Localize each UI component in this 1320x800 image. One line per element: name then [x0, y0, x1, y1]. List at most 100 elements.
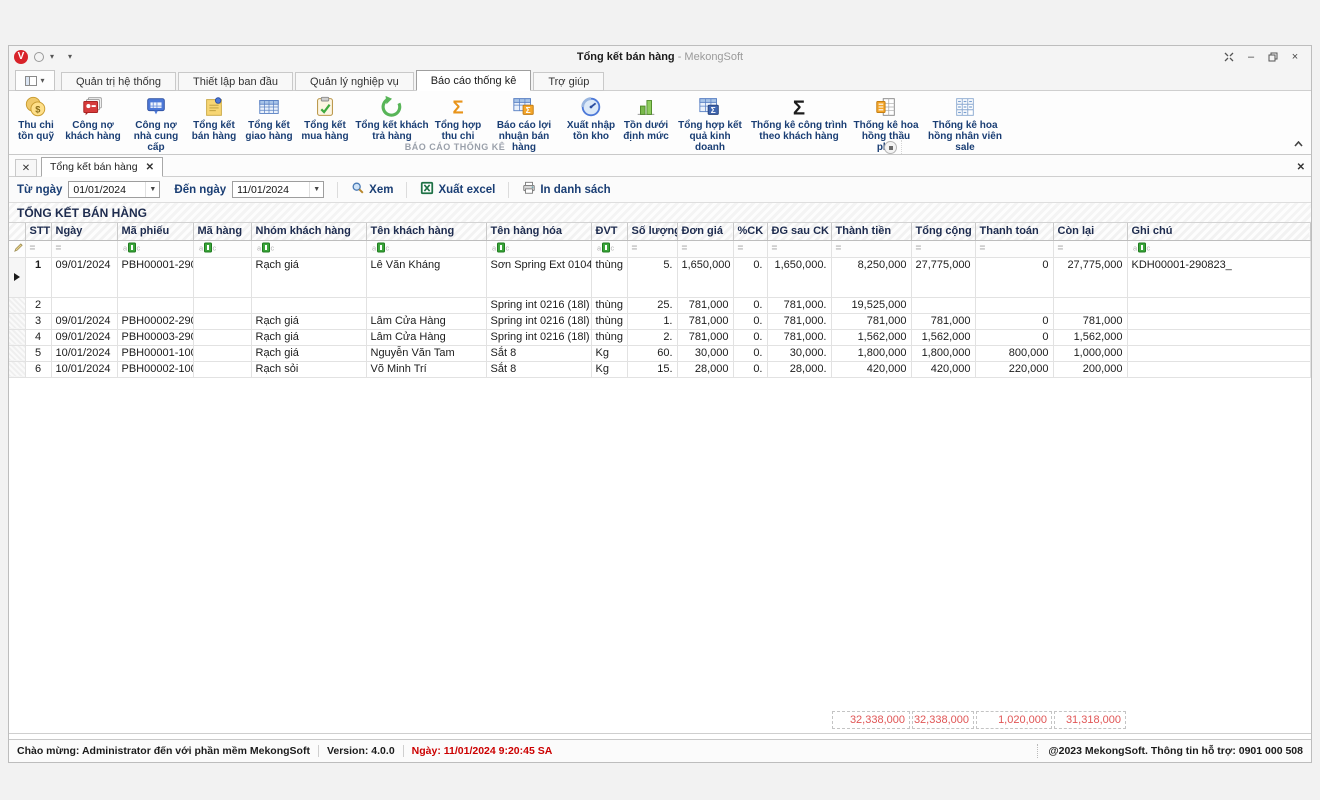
- close-tab-left-button[interactable]: ✕: [15, 159, 37, 177]
- cell: 0: [975, 329, 1053, 345]
- view-button[interactable]: Xem: [351, 181, 393, 198]
- cell: KDH00001-290823_: [1127, 257, 1311, 297]
- ribbon-tab-1[interactable]: Quản trị hệ thống: [61, 72, 176, 91]
- filter-cell[interactable]: =: [627, 240, 677, 257]
- cell: Nguyễn Văn Tam: [366, 345, 486, 361]
- minimize-button[interactable]: –: [1241, 49, 1261, 65]
- filter-cell[interactable]: ac: [486, 240, 591, 257]
- ribbon-item-inventory-gauge[interactable]: Xuất nhập tồn kho: [563, 94, 619, 143]
- ribbon-item-sales-note[interactable]: Tổng kết bán hàng: [187, 94, 241, 143]
- filter-cell[interactable]: =: [733, 240, 767, 257]
- filter-cell[interactable]: =: [677, 240, 733, 257]
- column-header-4[interactable]: Mã hàng: [193, 223, 251, 240]
- equals-filter-icon: =: [30, 243, 36, 254]
- filter-cell[interactable]: ac: [366, 240, 486, 257]
- from-date-input[interactable]: 01/01/2024 ▼: [68, 181, 160, 198]
- filter-cell[interactable]: =: [1053, 240, 1127, 257]
- column-header-14[interactable]: Tổng cộng: [911, 223, 975, 240]
- close-icon[interactable]: ✕: [146, 162, 154, 173]
- filter-cell[interactable]: =: [831, 240, 911, 257]
- column-header-11[interactable]: %CK: [733, 223, 767, 240]
- column-header-10[interactable]: Đơn giá: [677, 223, 733, 240]
- column-header-6[interactable]: Tên khách hàng: [366, 223, 486, 240]
- column-header-13[interactable]: Thành tiền: [831, 223, 911, 240]
- column-header-16[interactable]: Còn lại: [1053, 223, 1127, 240]
- customize-toolbar-icon[interactable]: ▾: [68, 52, 72, 61]
- export-excel-button[interactable]: Xuất excel: [420, 181, 495, 198]
- cell: 781,000.: [767, 329, 831, 345]
- ribbon-item-cashflow-sigma[interactable]: ΣTổng hợp thu chi: [431, 94, 485, 143]
- from-date-label: Từ ngày: [17, 184, 62, 196]
- column-header-8[interactable]: ĐVT: [591, 223, 627, 240]
- cell: [193, 345, 251, 361]
- window-style-icon[interactable]: [1219, 49, 1239, 65]
- table-row[interactable]: 510/01/2024PBH00001-100...Rạch giáNguyễn…: [9, 345, 1311, 361]
- document-tab-active[interactable]: Tổng kết bán hàng ✕: [41, 157, 163, 177]
- ribbon-tab-2[interactable]: Thiết lập ban đầu: [178, 72, 293, 91]
- table-row[interactable]: 610/01/2024PBH00002-100...Rạch sỏiVõ Min…: [9, 361, 1311, 377]
- table-row[interactable]: 109/01/2024PBH00001-290...Rạch giáLê Văn…: [9, 257, 1311, 297]
- filter-cell[interactable]: =: [767, 240, 831, 257]
- excel-icon: [420, 181, 434, 198]
- column-header-2[interactable]: Ngày: [51, 223, 117, 240]
- ribbon-item-low-stock-bars[interactable]: Tồn dưới định mức: [619, 94, 673, 143]
- column-header-1[interactable]: STT: [25, 223, 51, 240]
- cell: 09/01/2024: [51, 313, 117, 329]
- chevron-down-icon[interactable]: ▼: [145, 182, 159, 197]
- cell: Spring int 0216 (18l): [486, 329, 591, 345]
- ribbon-item-returns-refresh[interactable]: Tổng kết khách trả hàng: [353, 94, 431, 143]
- equals-filter-icon: =: [56, 243, 62, 254]
- filter-cell[interactable]: =: [911, 240, 975, 257]
- ribbon-item-customer-debt[interactable]: Công nợ khách hàng: [61, 94, 125, 143]
- close-document-button[interactable]: ✕: [1297, 162, 1305, 173]
- table-row[interactable]: 409/01/2024PBH00003-290...Rạch giáLâm Cử…: [9, 329, 1311, 345]
- close-button[interactable]: ×: [1285, 49, 1305, 65]
- column-header-12[interactable]: ĐG sau CK: [767, 223, 831, 240]
- app-logo-icon[interactable]: V: [14, 50, 28, 64]
- column-header-15[interactable]: Thanh toán: [975, 223, 1053, 240]
- ribbon-tab-4[interactable]: Báo cáo thống kê: [416, 70, 532, 91]
- ribbon-tab-5[interactable]: Trợ giúp: [533, 72, 604, 91]
- table-row[interactable]: 309/01/2024PBH00002-290...Rạch giáLâm Cử…: [9, 313, 1311, 329]
- ribbon-item-project-sigma[interactable]: ΣThống kê công trình theo khách hàng: [747, 94, 851, 143]
- print-list-button[interactable]: In danh sách: [522, 181, 610, 198]
- group-dialog-launcher-icon[interactable]: [884, 141, 897, 154]
- ribbon-item-label: Tổng kết giao hàng: [243, 120, 295, 142]
- collapse-ribbon-button[interactable]: [1294, 134, 1303, 152]
- cell: [193, 361, 251, 377]
- filter-cell[interactable]: ac: [117, 240, 193, 257]
- ribbon-item-delivery-grid[interactable]: Tổng kết giao hàng: [241, 94, 297, 143]
- filter-cell[interactable]: ac: [1127, 240, 1311, 257]
- chevron-down-icon[interactable]: ▼: [309, 182, 323, 197]
- filter-cell[interactable]: =: [51, 240, 117, 257]
- column-header-3[interactable]: Mã phiếu: [117, 223, 193, 240]
- cell: 0: [975, 313, 1053, 329]
- cell: [1127, 329, 1311, 345]
- cell: 3: [25, 313, 51, 329]
- ribbon-item-purchase-clipboard[interactable]: Tổng kết mua hàng: [297, 94, 353, 143]
- skin-circle-icon[interactable]: [34, 52, 44, 62]
- version-text: Version: 4.0.0: [327, 745, 395, 757]
- column-header-9[interactable]: Số lượng: [627, 223, 677, 240]
- ribbon-tab-3[interactable]: Quản lý nghiệp vụ: [295, 72, 414, 91]
- restore-button[interactable]: [1263, 49, 1283, 65]
- svg-text:a: a: [1133, 243, 1138, 252]
- filter-cell[interactable]: ac: [591, 240, 627, 257]
- column-header-17[interactable]: Ghi chú: [1127, 223, 1311, 240]
- ribbon-item-coins[interactable]: $Thu chi tồn quỹ: [11, 94, 61, 143]
- column-header-7[interactable]: Tên hàng hóa: [486, 223, 591, 240]
- ribbon-item-sales-commission-grid[interactable]: Thống kê hoa hồng nhân viên sale: [921, 94, 1009, 154]
- ribbon-tab-strip: Quản trị hệ thốngThiết lập ban đầuQuản l…: [61, 70, 606, 90]
- filter-cell[interactable]: =: [975, 240, 1053, 257]
- chevron-down-icon[interactable]: ▾: [50, 52, 54, 61]
- filter-cell[interactable]: ac: [193, 240, 251, 257]
- filter-cell[interactable]: ac: [251, 240, 366, 257]
- to-date-input[interactable]: 11/01/2024 ▼: [232, 181, 324, 198]
- column-header-5[interactable]: Nhóm khách hàng: [251, 223, 366, 240]
- table-row[interactable]: 2Spring int 0216 (18l)thùng25.781,0000.7…: [9, 297, 1311, 313]
- from-date-value: 01/01/2024: [69, 184, 145, 196]
- app-menu-button[interactable]: ▾: [15, 70, 55, 91]
- filter-cell[interactable]: =: [25, 240, 51, 257]
- supplier-debt-icon: [144, 95, 168, 119]
- equals-filter-icon: =: [772, 243, 778, 254]
